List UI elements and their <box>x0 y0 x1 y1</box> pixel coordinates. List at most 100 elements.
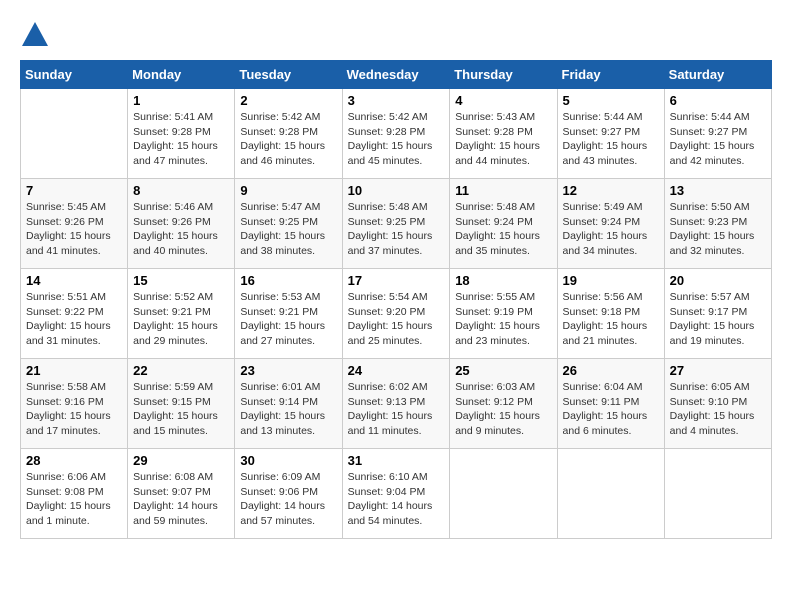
day-info: Sunrise: 5:42 AM Sunset: 9:28 PM Dayligh… <box>348 110 445 169</box>
calendar-cell: 15Sunrise: 5:52 AM Sunset: 9:21 PM Dayli… <box>128 269 235 359</box>
day-number: 13 <box>670 183 766 198</box>
day-info: Sunrise: 6:08 AM Sunset: 9:07 PM Dayligh… <box>133 470 229 529</box>
calendar-cell: 28 Sunrise: 6:06 AM Sunset: 9:08 PM Dayli… <box>21 449 128 539</box>
day-number: 26 <box>563 363 659 378</box>
calendar-cell: 23 Sunrise: 6:01 AM Sunset: 9:14 PM Dayli… <box>235 359 342 449</box>
calendar-cell: 6 Sunrise: 5:44 AM Sunset: 9:27 PM Daylig… <box>664 89 771 179</box>
day-number: 9 <box>240 183 336 198</box>
header-saturday: Saturday <box>664 61 771 89</box>
header-thursday: Thursday <box>450 61 557 89</box>
calendar-cell: 11 Sunrise: 5:48 AM Sunset: 9:24 PM Dayli… <box>450 179 557 269</box>
day-number: 29 <box>133 453 229 468</box>
calendar-week-2: 7Sunrise: 5:45 AM Sunset: 9:26 PM Daylig… <box>21 179 772 269</box>
day-number: 2 <box>240 93 336 108</box>
calendar-cell: 8 Sunrise: 5:46 AM Sunset: 9:26 PM Daylig… <box>128 179 235 269</box>
calendar-week-5: 28 Sunrise: 6:06 AM Sunset: 9:08 PM Dayli… <box>21 449 772 539</box>
calendar-cell: 27Sunrise: 6:05 AM Sunset: 9:10 PM Dayli… <box>664 359 771 449</box>
calendar-cell: 20 Sunrise: 5:57 AM Sunset: 9:17 PM Dayli… <box>664 269 771 359</box>
day-number: 16 <box>240 273 336 288</box>
calendar-cell <box>664 449 771 539</box>
calendar-cell: 19 Sunrise: 5:56 AM Sunset: 9:18 PM Dayli… <box>557 269 664 359</box>
calendar-header-row: SundayMondayTuesdayWednesdayThursdayFrid… <box>21 61 772 89</box>
day-number: 10 <box>348 183 445 198</box>
day-info: Sunrise: 6:03 AM Sunset: 9:12 PM Dayligh… <box>455 380 551 439</box>
calendar-cell: 4 Sunrise: 5:43 AM Sunset: 9:28 PM Daylig… <box>450 89 557 179</box>
calendar-cell: 16Sunrise: 5:53 AM Sunset: 9:21 PM Dayli… <box>235 269 342 359</box>
day-info: Sunrise: 5:44 AM Sunset: 9:27 PM Dayligh… <box>670 110 766 169</box>
day-number: 14 <box>26 273 122 288</box>
calendar-cell: 2 Sunrise: 5:42 AM Sunset: 9:28 PM Daylig… <box>235 89 342 179</box>
day-number: 31 <box>348 453 445 468</box>
day-number: 19 <box>563 273 659 288</box>
calendar-cell: 21 Sunrise: 5:58 AM Sunset: 9:16 PM Dayli… <box>21 359 128 449</box>
day-number: 21 <box>26 363 122 378</box>
day-info: Sunrise: 5:42 AM Sunset: 9:28 PM Dayligh… <box>240 110 336 169</box>
header-sunday: Sunday <box>21 61 128 89</box>
calendar-cell: 25 Sunrise: 6:03 AM Sunset: 9:12 PM Dayli… <box>450 359 557 449</box>
day-info: Sunrise: 5:43 AM Sunset: 9:28 PM Dayligh… <box>455 110 551 169</box>
day-number: 5 <box>563 93 659 108</box>
calendar-table: SundayMondayTuesdayWednesdayThursdayFrid… <box>20 60 772 539</box>
calendar-cell: 26 Sunrise: 6:04 AM Sunset: 9:11 PM Dayli… <box>557 359 664 449</box>
calendar-cell: 7Sunrise: 5:45 AM Sunset: 9:26 PM Daylig… <box>21 179 128 269</box>
header-tuesday: Tuesday <box>235 61 342 89</box>
day-info: Sunrise: 5:59 AM Sunset: 9:15 PM Dayligh… <box>133 380 229 439</box>
calendar-week-3: 14 Sunrise: 5:51 AM Sunset: 9:22 PM Dayli… <box>21 269 772 359</box>
day-info: Sunrise: 6:06 AM Sunset: 9:08 PM Dayligh… <box>26 470 122 529</box>
calendar-week-4: 21 Sunrise: 5:58 AM Sunset: 9:16 PM Dayli… <box>21 359 772 449</box>
calendar-cell: 22 Sunrise: 5:59 AM Sunset: 9:15 PM Dayli… <box>128 359 235 449</box>
calendar-cell: 10Sunrise: 5:48 AM Sunset: 9:25 PM Dayli… <box>342 179 450 269</box>
day-info: Sunrise: 5:55 AM Sunset: 9:19 PM Dayligh… <box>455 290 551 349</box>
day-info: Sunrise: 5:48 AM Sunset: 9:24 PM Dayligh… <box>455 200 551 259</box>
calendar-cell: 12 Sunrise: 5:49 AM Sunset: 9:24 PM Dayli… <box>557 179 664 269</box>
day-info: Sunrise: 6:01 AM Sunset: 9:14 PM Dayligh… <box>240 380 336 439</box>
calendar-cell: 3Sunrise: 5:42 AM Sunset: 9:28 PM Daylig… <box>342 89 450 179</box>
logo-icon <box>20 20 50 50</box>
day-number: 20 <box>670 273 766 288</box>
day-number: 12 <box>563 183 659 198</box>
calendar-cell: 13 Sunrise: 5:50 AM Sunset: 9:23 PM Dayli… <box>664 179 771 269</box>
day-number: 22 <box>133 363 229 378</box>
day-info: Sunrise: 5:56 AM Sunset: 9:18 PM Dayligh… <box>563 290 659 349</box>
day-number: 28 <box>26 453 122 468</box>
day-number: 8 <box>133 183 229 198</box>
day-number: 25 <box>455 363 551 378</box>
day-info: Sunrise: 5:52 AM Sunset: 9:21 PM Dayligh… <box>133 290 229 349</box>
day-info: Sunrise: 6:04 AM Sunset: 9:11 PM Dayligh… <box>563 380 659 439</box>
day-number: 11 <box>455 183 551 198</box>
calendar-cell: 17Sunrise: 5:54 AM Sunset: 9:20 PM Dayli… <box>342 269 450 359</box>
header-monday: Monday <box>128 61 235 89</box>
calendar-cell: 30 Sunrise: 6:09 AM Sunset: 9:06 PM Dayli… <box>235 449 342 539</box>
calendar-cell: 5Sunrise: 5:44 AM Sunset: 9:27 PM Daylig… <box>557 89 664 179</box>
day-number: 27 <box>670 363 766 378</box>
day-info: Sunrise: 6:09 AM Sunset: 9:06 PM Dayligh… <box>240 470 336 529</box>
calendar-cell: 31Sunrise: 6:10 AM Sunset: 9:04 PM Dayli… <box>342 449 450 539</box>
calendar-cell: 9 Sunrise: 5:47 AM Sunset: 9:25 PM Daylig… <box>235 179 342 269</box>
day-number: 4 <box>455 93 551 108</box>
day-number: 17 <box>348 273 445 288</box>
calendar-cell: 24 Sunrise: 6:02 AM Sunset: 9:13 PM Dayli… <box>342 359 450 449</box>
day-info: Sunrise: 5:50 AM Sunset: 9:23 PM Dayligh… <box>670 200 766 259</box>
day-info: Sunrise: 5:57 AM Sunset: 9:17 PM Dayligh… <box>670 290 766 349</box>
day-info: Sunrise: 5:46 AM Sunset: 9:26 PM Dayligh… <box>133 200 229 259</box>
day-info: Sunrise: 5:45 AM Sunset: 9:26 PM Dayligh… <box>26 200 122 259</box>
header-wednesday: Wednesday <box>342 61 450 89</box>
day-info: Sunrise: 5:49 AM Sunset: 9:24 PM Dayligh… <box>563 200 659 259</box>
day-info: Sunrise: 6:02 AM Sunset: 9:13 PM Dayligh… <box>348 380 445 439</box>
day-number: 1 <box>133 93 229 108</box>
day-info: Sunrise: 5:41 AM Sunset: 9:28 PM Dayligh… <box>133 110 229 169</box>
day-info: Sunrise: 5:58 AM Sunset: 9:16 PM Dayligh… <box>26 380 122 439</box>
day-number: 24 <box>348 363 445 378</box>
logo <box>20 20 54 50</box>
calendar-cell: 14 Sunrise: 5:51 AM Sunset: 9:22 PM Dayli… <box>21 269 128 359</box>
page-header <box>20 20 772 50</box>
header-friday: Friday <box>557 61 664 89</box>
calendar-week-1: 1 Sunrise: 5:41 AM Sunset: 9:28 PM Daylig… <box>21 89 772 179</box>
day-number: 30 <box>240 453 336 468</box>
day-number: 23 <box>240 363 336 378</box>
day-info: Sunrise: 5:51 AM Sunset: 9:22 PM Dayligh… <box>26 290 122 349</box>
calendar-cell <box>450 449 557 539</box>
calendar-cell <box>21 89 128 179</box>
day-info: Sunrise: 5:47 AM Sunset: 9:25 PM Dayligh… <box>240 200 336 259</box>
day-number: 6 <box>670 93 766 108</box>
